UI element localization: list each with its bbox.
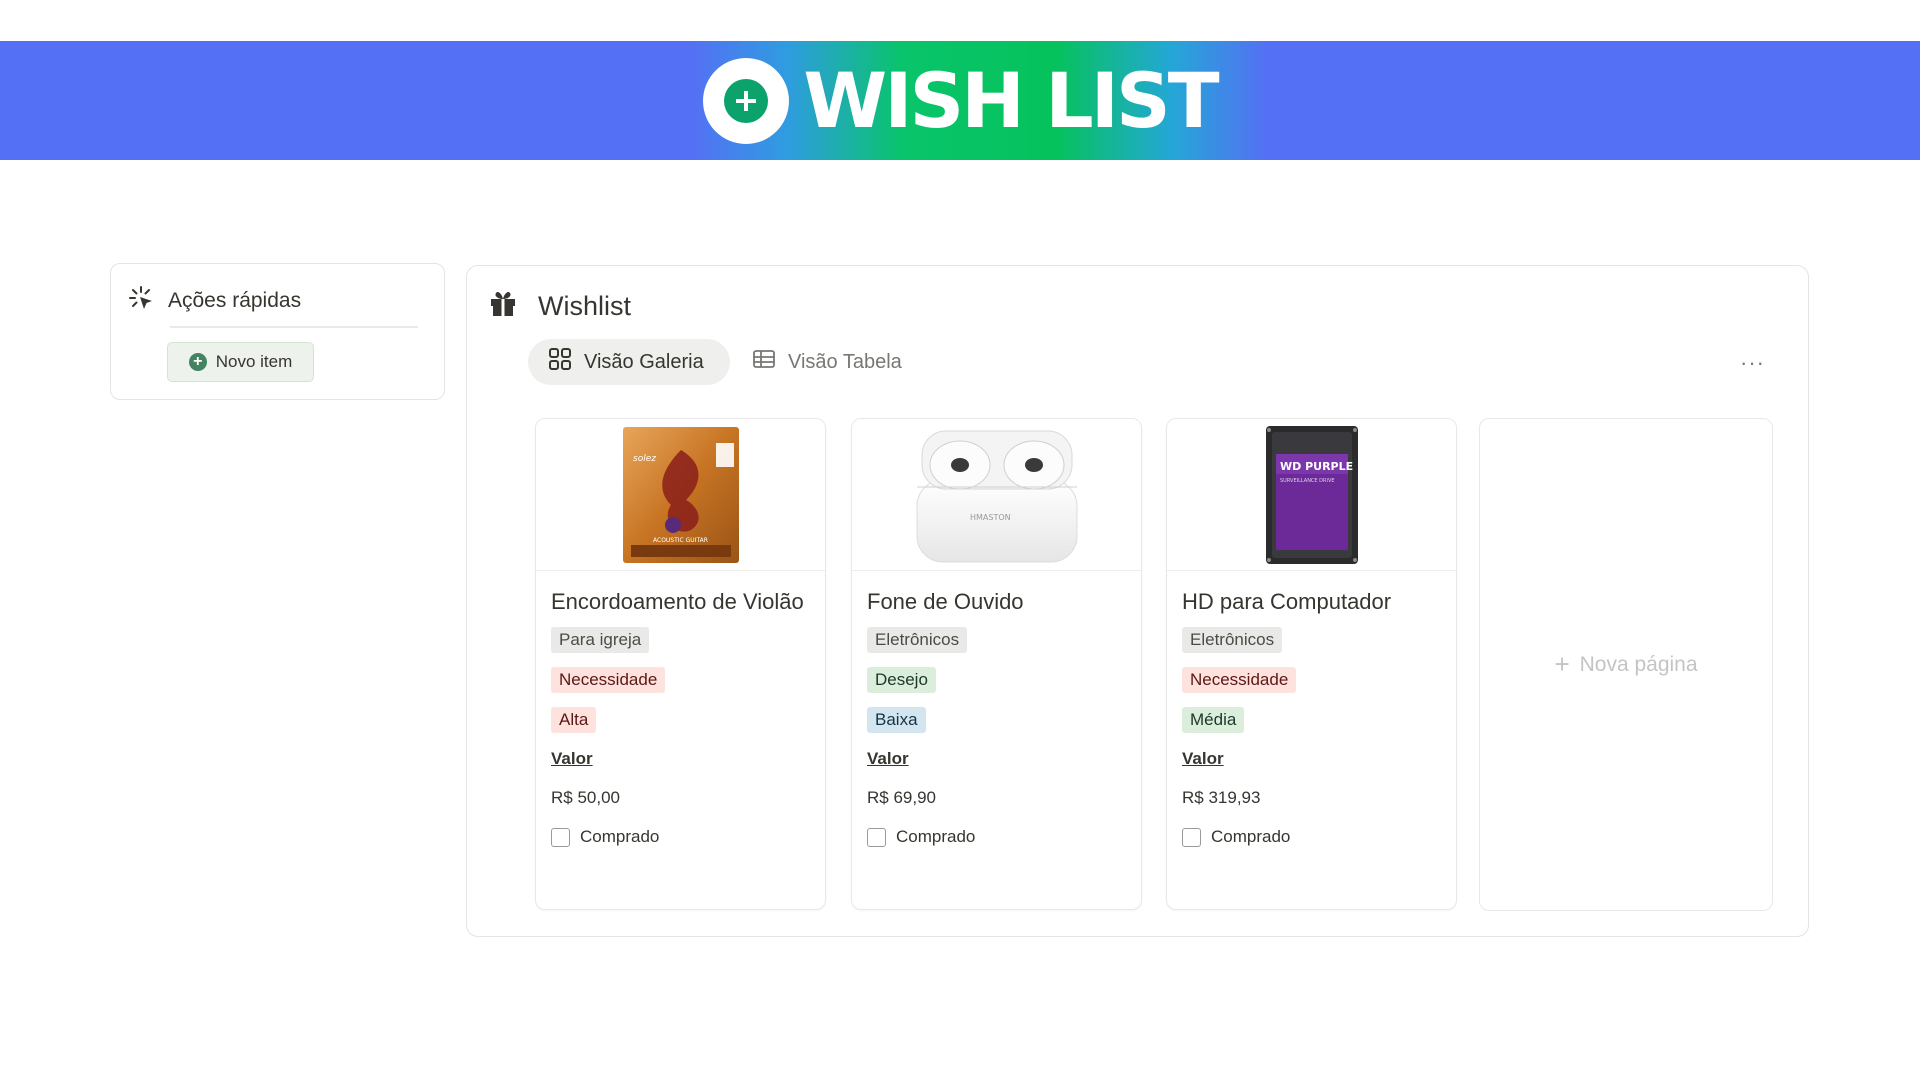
tag-badge: Eletrônicos: [1182, 627, 1283, 653]
divider: [170, 326, 418, 328]
plus-icon: +: [1554, 649, 1570, 679]
novo-item-label: Novo item: [215, 352, 293, 371]
card-cover-image: HMASTON: [852, 419, 1141, 571]
tag-badge: Média: [1182, 707, 1245, 733]
tag-badge: Para igreja: [551, 627, 650, 653]
tab-visao-tabela[interactable]: Visão Tabela: [752, 339, 932, 385]
table-icon: [752, 347, 776, 377]
gallery-card[interactable]: solez ACOUSTIC GUITAR Encordoamento de V…: [535, 418, 826, 910]
hard-drive-image: WD PURPLE SURVEILLANCE DRIVE: [1265, 425, 1358, 564]
card-cover-image: WD PURPLE SURVEILLANCE DRIVE: [1167, 419, 1456, 571]
novo-item-button[interactable]: + Novo item: [167, 342, 314, 382]
tag-badge: Necessidade: [1182, 667, 1297, 693]
valor-value: R$ 319,93: [1182, 788, 1261, 807]
earbuds-brand-text: HMASTON: [970, 513, 1011, 522]
comprado-label: Comprado: [896, 827, 976, 846]
tag-badge: Necessidade: [551, 667, 666, 693]
strings-brand-text: solez: [633, 454, 656, 464]
valor-label: Valor: [551, 749, 593, 768]
gallery-card[interactable]: WD PURPLE SURVEILLANCE DRIVE HD para Com…: [1166, 418, 1457, 910]
hd-sub-text: SURVEILLANCE DRIVE: [1280, 478, 1335, 484]
comprado-checkbox-row[interactable]: Comprado: [1182, 827, 1442, 847]
guitar-strings-image: solez ACOUSTIC GUITAR: [622, 426, 739, 563]
card-title: Fone de Ouvido: [867, 589, 1024, 614]
hd-brand-text: WD PURPLE: [1280, 460, 1353, 473]
tag-badge: Desejo: [867, 667, 936, 693]
more-options-button[interactable]: ···: [1740, 350, 1765, 376]
quick-actions-header: Ações rápidas: [128, 285, 301, 317]
gallery-card[interactable]: HMASTON Fone de Ouvido Eletrônicos Desej…: [851, 418, 1142, 910]
plus-circle-icon: [703, 57, 790, 144]
earbuds-image: HMASTON: [916, 430, 1077, 562]
wishlist-header: Wishlist: [488, 288, 631, 325]
nova-pagina-button[interactable]: + Nova página: [1479, 418, 1773, 911]
comprado-checkbox[interactable]: [551, 827, 570, 847]
valor-label: Valor: [1182, 749, 1224, 768]
plus-circle-icon: +: [188, 353, 207, 371]
comprado-label: Comprado: [1211, 827, 1291, 846]
valor-value: R$ 69,90: [867, 788, 936, 807]
nova-pagina-label: Nova página: [1579, 652, 1698, 676]
card-title: HD para Computador: [1182, 589, 1392, 614]
comprado-checkbox-row[interactable]: Comprado: [867, 827, 1127, 847]
strings-sub-text: ACOUSTIC GUITAR: [653, 537, 708, 544]
wishlist-title: Wishlist: [538, 291, 631, 321]
gallery-grid-icon: [548, 347, 572, 377]
sparkle-cursor-icon: [128, 285, 154, 317]
valor-value: R$ 50,00: [551, 788, 620, 807]
banner: WISH LIST: [0, 41, 1920, 160]
tab-label: Visão Galeria: [584, 350, 704, 373]
valor-label: Valor: [867, 749, 909, 768]
banner-title: WISH LIST: [803, 55, 1219, 145]
tab-visao-galeria[interactable]: Visão Galeria: [528, 339, 730, 385]
gift-icon: [488, 288, 518, 325]
tag-badge: Alta: [551, 707, 597, 733]
comprado-checkbox-row[interactable]: Comprado: [551, 827, 811, 847]
tag-badge: Eletrônicos: [867, 627, 968, 653]
card-title: Encordoamento de Violão: [551, 589, 804, 614]
comprado-label: Comprado: [580, 827, 660, 846]
tag-badge: Baixa: [867, 707, 926, 733]
tab-label: Visão Tabela: [788, 350, 902, 373]
comprado-checkbox[interactable]: [1182, 827, 1201, 847]
comprado-checkbox[interactable]: [867, 827, 886, 847]
card-cover-image: solez ACOUSTIC GUITAR: [536, 419, 825, 571]
quick-actions-title: Ações rápidas: [168, 289, 302, 312]
